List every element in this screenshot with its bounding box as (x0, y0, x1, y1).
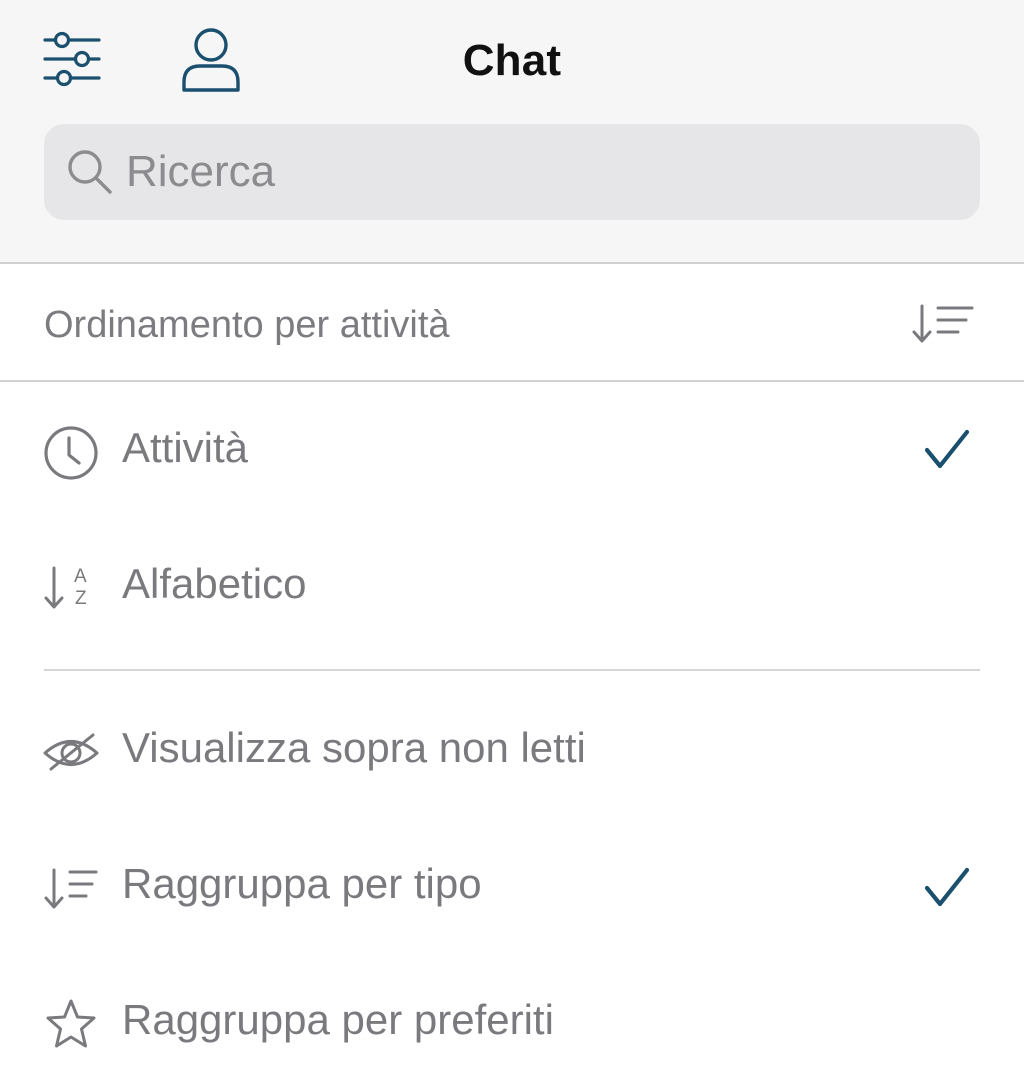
sort-option-activity[interactable]: Attività (0, 396, 1024, 506)
divider (44, 669, 980, 671)
view-option-label: Raggruppa per tipo (122, 860, 482, 907)
search-bar[interactable] (44, 124, 980, 220)
search-icon (66, 148, 114, 196)
sort-section-header: Ordinamento per attività (0, 264, 1024, 382)
view-option-group-by-type[interactable]: Raggruppa per tipo (0, 832, 1024, 942)
view-option-group-by-favorites[interactable]: Raggruppa per preferiti (0, 968, 1024, 1078)
sort-az-icon: A Z (42, 560, 100, 618)
sort-option-label: Alfabetico (122, 560, 307, 607)
star-icon (42, 996, 100, 1054)
sort-section-title: Ordinamento per attività (44, 304, 450, 346)
top-bar: Chat (0, 0, 1024, 264)
view-option-label: Visualizza sopra non letti (122, 724, 586, 771)
svg-text:A: A (74, 566, 87, 587)
svg-text:Z: Z (75, 588, 87, 609)
sort-lines-icon[interactable] (908, 302, 974, 346)
checkmark-icon (922, 862, 972, 912)
sort-lines-icon (42, 860, 100, 918)
search-input[interactable] (126, 124, 946, 220)
page-title: Chat (462, 36, 562, 85)
clock-icon (42, 424, 100, 482)
view-option-unread-on-top[interactable]: Visualizza sopra non letti (0, 696, 1024, 806)
view-option-label: Raggruppa per preferiti (122, 996, 554, 1043)
sort-option-label: Attività (122, 424, 249, 471)
checkmark-icon (922, 424, 972, 474)
eye-off-icon (42, 724, 100, 782)
sort-option-alphabetical[interactable]: A Z Alfabetico (0, 532, 1024, 642)
